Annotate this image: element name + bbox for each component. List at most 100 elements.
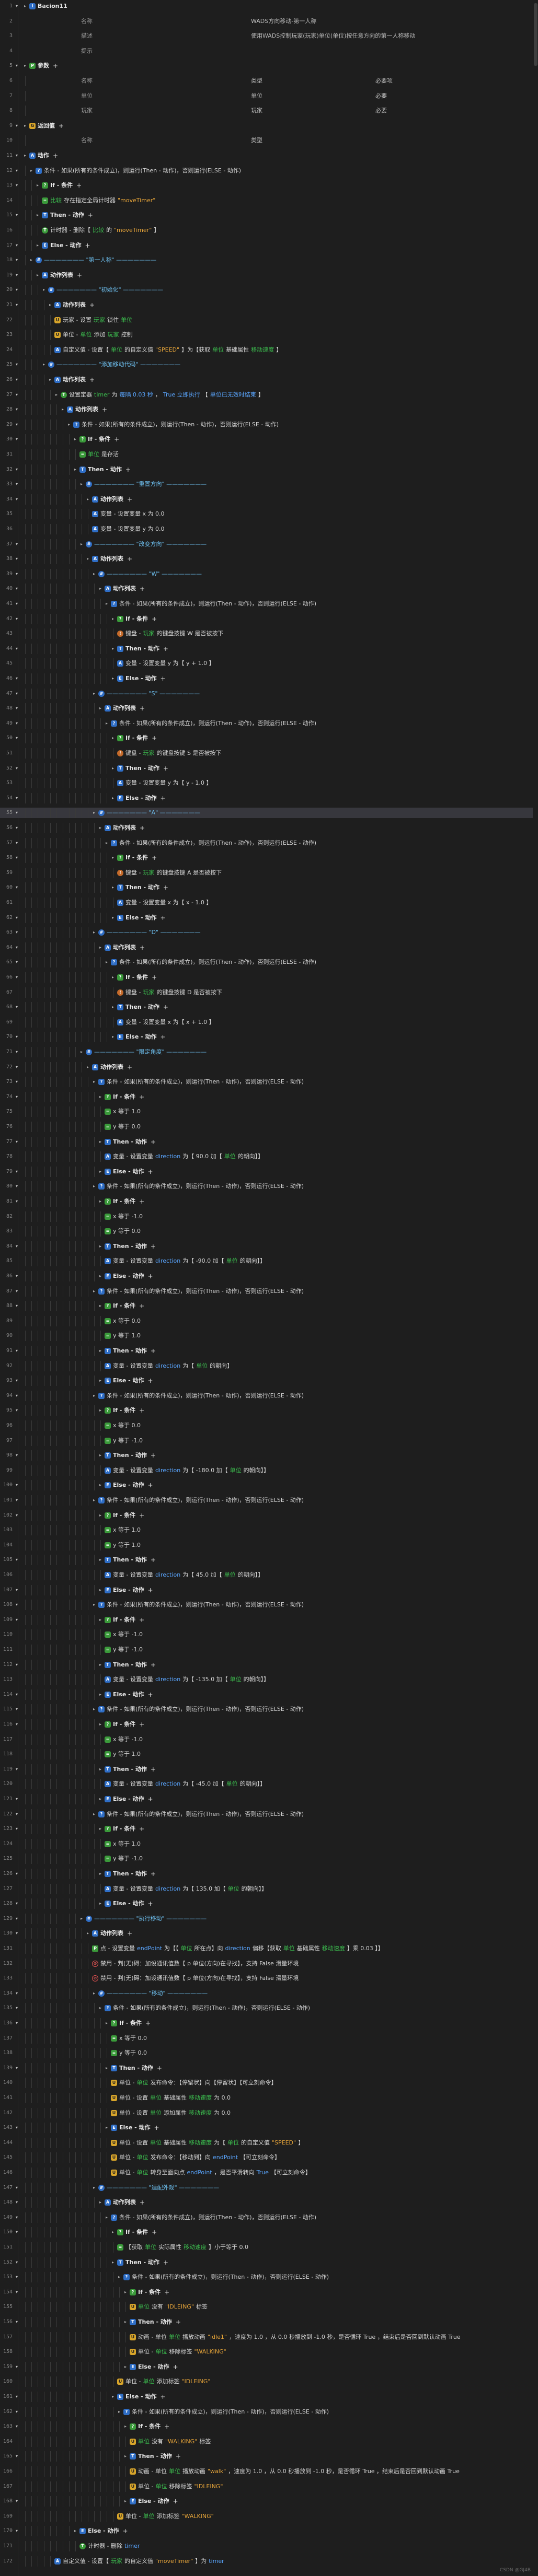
add-child-button[interactable]: + xyxy=(149,1555,157,1565)
expand-arrow-icon[interactable]: ▸ xyxy=(123,2317,128,2327)
code-row[interactable]: 53 A 变量 - 设置变量 y 为【 y - 1.0 】 xyxy=(0,778,538,789)
block-content[interactable]: ▸? 条件 - 如果(所有的条件成立)，则运行(Then - 动作)，否则运行(E… xyxy=(92,1286,304,1297)
code-row[interactable]: 144 U 单位 - 设置 单位 基础属性 移动速度 为【 单位 的自定义值 "SPEED"】 xyxy=(0,2137,538,2148)
code-row[interactable]: 160 U 单位 - 单位 添加标签 "IDLEING" xyxy=(0,2376,538,2387)
fold-toggle-icon[interactable]: ▾ xyxy=(14,1928,19,1939)
block-text[interactable]: 单位 xyxy=(230,1465,242,1476)
code-row[interactable]: 147 ▾ ▸ # ——————— "适配外观" ——————— xyxy=(0,2182,538,2193)
block-content[interactable]: ▸ G 返回值 + xyxy=(23,121,65,131)
add-child-button[interactable]: + xyxy=(159,793,167,803)
code-row[interactable]: 72 ▾ ▸ A 动作列表 + xyxy=(0,1062,538,1073)
code-row[interactable]: 97 = y 等于 -1.0 xyxy=(0,1435,538,1446)
fold-toggle-icon[interactable]: ▾ xyxy=(14,1480,19,1490)
code-row[interactable]: 102 ▾ ▸? If - 条件 + xyxy=(0,1510,538,1521)
block-content[interactable]: ▸ A 动作列表 + xyxy=(61,404,109,415)
block-text[interactable]: 单位 xyxy=(150,2138,162,2148)
expand-arrow-icon[interactable]: ▸ xyxy=(123,2421,128,2432)
block-text[interactable]: 单位 xyxy=(226,1779,238,1789)
code-row[interactable]: 140 U 单位 - 单位 发布命令：【停留状】向【停留状】【可立刻命令】 xyxy=(0,2078,538,2089)
block-content[interactable]: ▸ T Then - 动作 + xyxy=(111,644,170,654)
expand-arrow-icon[interactable]: ▸ xyxy=(23,61,27,71)
code-row[interactable]: 124 = x 等于 1.0 xyxy=(0,1838,538,1849)
block-text[interactable]: 单位 xyxy=(111,345,122,355)
expand-arrow-icon[interactable]: ▸ xyxy=(111,1032,115,1042)
block-content[interactable]: ▸? 条件 - 如果(所有的条件成立)，则运行(Then - 动作)，否则运行(E… xyxy=(29,166,241,176)
code-row[interactable]: 62 ▾ ▸ E Else - 动作 + xyxy=(0,912,538,923)
block-text[interactable]: direction xyxy=(155,1361,180,1371)
fold-toggle-icon[interactable]: ▾ xyxy=(14,1405,19,1416)
code-row[interactable]: 129 ▾ ▸ # ——————— "执行移动" ——————— xyxy=(0,1913,538,1924)
add-child-button[interactable]: + xyxy=(163,2287,171,2298)
add-child-button[interactable]: + xyxy=(138,1405,146,1416)
code-row[interactable]: 30 ▾ ▸? If - 条件 + xyxy=(0,434,538,445)
fold-toggle-icon[interactable]: ▾ xyxy=(14,2183,19,2193)
block-text[interactable]: 单位 xyxy=(169,2332,180,2342)
block-content[interactable]: = x 等于 0.0 xyxy=(105,1316,141,1326)
add-child-button[interactable]: + xyxy=(146,1689,155,1700)
code-row[interactable]: 108 ▾ ▸? 条件 - 如果(所有的条件成立)，则运行(Then - 动作)，否则… xyxy=(0,1600,538,1611)
block-text[interactable]: 单位 xyxy=(150,2093,162,2103)
property-field[interactable]: 类型 xyxy=(251,76,262,86)
expand-arrow-icon[interactable]: ▸ xyxy=(105,2212,109,2223)
code-row[interactable]: 94 ▾ ▸? 条件 - 如果(所有的条件成立)，则运行(Then - 动作)，否则运… xyxy=(0,1390,538,1401)
code-row[interactable]: 40 ▾ ▸ A 动作列表 + xyxy=(0,584,538,595)
block-text[interactable]: "WALKING" xyxy=(165,2437,197,2447)
scrollbar-thumb[interactable] xyxy=(534,3,537,66)
fold-toggle-icon[interactable]: ▾ xyxy=(14,1196,19,1207)
add-child-button[interactable]: + xyxy=(146,1794,155,1804)
code-row[interactable]: 3 描述 使用WADS控制玩家(玩家)单位(单位)按任意方向的第一人称移动 xyxy=(0,31,538,41)
block-text[interactable]: 单位 xyxy=(150,2108,162,2118)
code-row[interactable]: 143 ▾ ▸ E Else - 动作 + xyxy=(0,2123,538,2134)
expand-arrow-icon[interactable]: ▸ xyxy=(36,210,40,220)
code-row[interactable]: 164 U 单位 没有 "WALKING" 标签 xyxy=(0,2436,538,2447)
expand-arrow-icon[interactable]: ▸ xyxy=(79,539,84,550)
code-row[interactable]: 114 ▾ ▸ E Else - 动作 + xyxy=(0,1689,538,1700)
code-row[interactable]: 22 U 玩家 - 设置 玩家 锁住 单位 xyxy=(0,314,538,325)
code-row[interactable]: 46 ▾ ▸ E Else - 动作 + xyxy=(0,673,538,684)
add-child-button[interactable]: + xyxy=(125,554,134,564)
block-content[interactable]: = 比较 存在指定全局计时器 "moveTimer" xyxy=(42,195,155,206)
add-child-button[interactable]: + xyxy=(149,1764,157,1775)
block-content[interactable]: ▸ E Else - 动作 + xyxy=(98,1271,155,1281)
code-row[interactable]: 169 U 单位 - 单位 添加标签 "WALKING" xyxy=(0,2511,538,2522)
code-row[interactable]: 84 ▾ ▸ T Then - 动作 + xyxy=(0,1241,538,1252)
fold-toggle-icon[interactable]: ▾ xyxy=(14,1137,19,1147)
fold-toggle-icon[interactable]: ▾ xyxy=(14,554,19,564)
block-text[interactable]: 比较 xyxy=(50,195,62,206)
code-row[interactable]: 168 ▾ ▸ E Else - 动作 + xyxy=(0,2496,538,2507)
block-content[interactable]: ▸ E Else - 动作 + xyxy=(98,1689,155,1700)
code-row[interactable]: 47 ▾ ▸ # ——————— "S" ——————— xyxy=(0,688,538,699)
add-child-button[interactable]: + xyxy=(162,1002,170,1012)
fold-toggle-icon[interactable]: ▾ xyxy=(14,1,19,11)
add-child-button[interactable]: + xyxy=(75,270,84,281)
expand-arrow-icon[interactable]: ▸ xyxy=(123,2496,128,2507)
expand-arrow-icon[interactable]: ▸ xyxy=(111,673,115,684)
block-content[interactable]: ▸? If - 条件 + xyxy=(36,180,83,191)
add-child-button[interactable]: + xyxy=(150,853,158,863)
expand-arrow-icon[interactable]: ▸ xyxy=(105,2063,109,2073)
add-child-button[interactable]: + xyxy=(146,1376,155,1386)
code-row[interactable]: 15 ▾ ▸ T Then - 动作 + xyxy=(0,210,538,221)
block-content[interactable]: ▸? 条件 - 如果(所有的条件成立)，则运行(Then - 动作)，否则运行(E… xyxy=(105,2212,316,2223)
code-row[interactable]: 12 ▾ ▸? 条件 - 如果(所有的条件成立)，则运行(Then - 动作)，否则运… xyxy=(0,165,538,176)
fold-toggle-icon[interactable]: ▾ xyxy=(14,1555,19,1565)
add-child-button[interactable]: + xyxy=(162,763,170,774)
add-child-button[interactable]: + xyxy=(138,1510,146,1521)
block-content[interactable]: ⊘ 禁用 - 判(无)碍：加设通讯值数【 p 单位(方向)在寻找】，支持 Fals… xyxy=(92,1973,299,1984)
expand-arrow-icon[interactable]: ▸ xyxy=(42,359,46,370)
fold-toggle-icon[interactable]: ▾ xyxy=(14,2003,19,2013)
block-text[interactable]: direction xyxy=(155,1674,180,1685)
block-content[interactable]: ▸? 条件 - 如果(所有的条件成立)，则运行(Then - 动作)，否则运行(E… xyxy=(92,1704,304,1715)
code-row[interactable]: 2 名称 WADS方向移动-第一人称 xyxy=(0,16,538,27)
block-text[interactable]: 单位 xyxy=(169,2466,180,2477)
add-child-button[interactable]: + xyxy=(159,913,167,923)
expand-arrow-icon[interactable]: ▸ xyxy=(105,2123,109,2133)
fold-toggle-icon[interactable]: ▾ xyxy=(14,793,19,803)
expand-arrow-icon[interactable]: ▸ xyxy=(92,1077,96,1087)
block-text[interactable]: 移动速度 xyxy=(189,2108,212,2118)
block-content[interactable]: ▸? 条件 - 如果(所有的条件成立)，则运行(Then - 动作)，否则运行(E… xyxy=(117,2407,329,2417)
block-text[interactable]: "WALKING" xyxy=(194,2347,226,2357)
fold-toggle-icon[interactable]: ▾ xyxy=(14,1719,19,1730)
code-row[interactable]: 121 ▾ ▸ E Else - 动作 + xyxy=(0,1794,538,1804)
block-text[interactable]: 单位 xyxy=(136,2078,148,2088)
